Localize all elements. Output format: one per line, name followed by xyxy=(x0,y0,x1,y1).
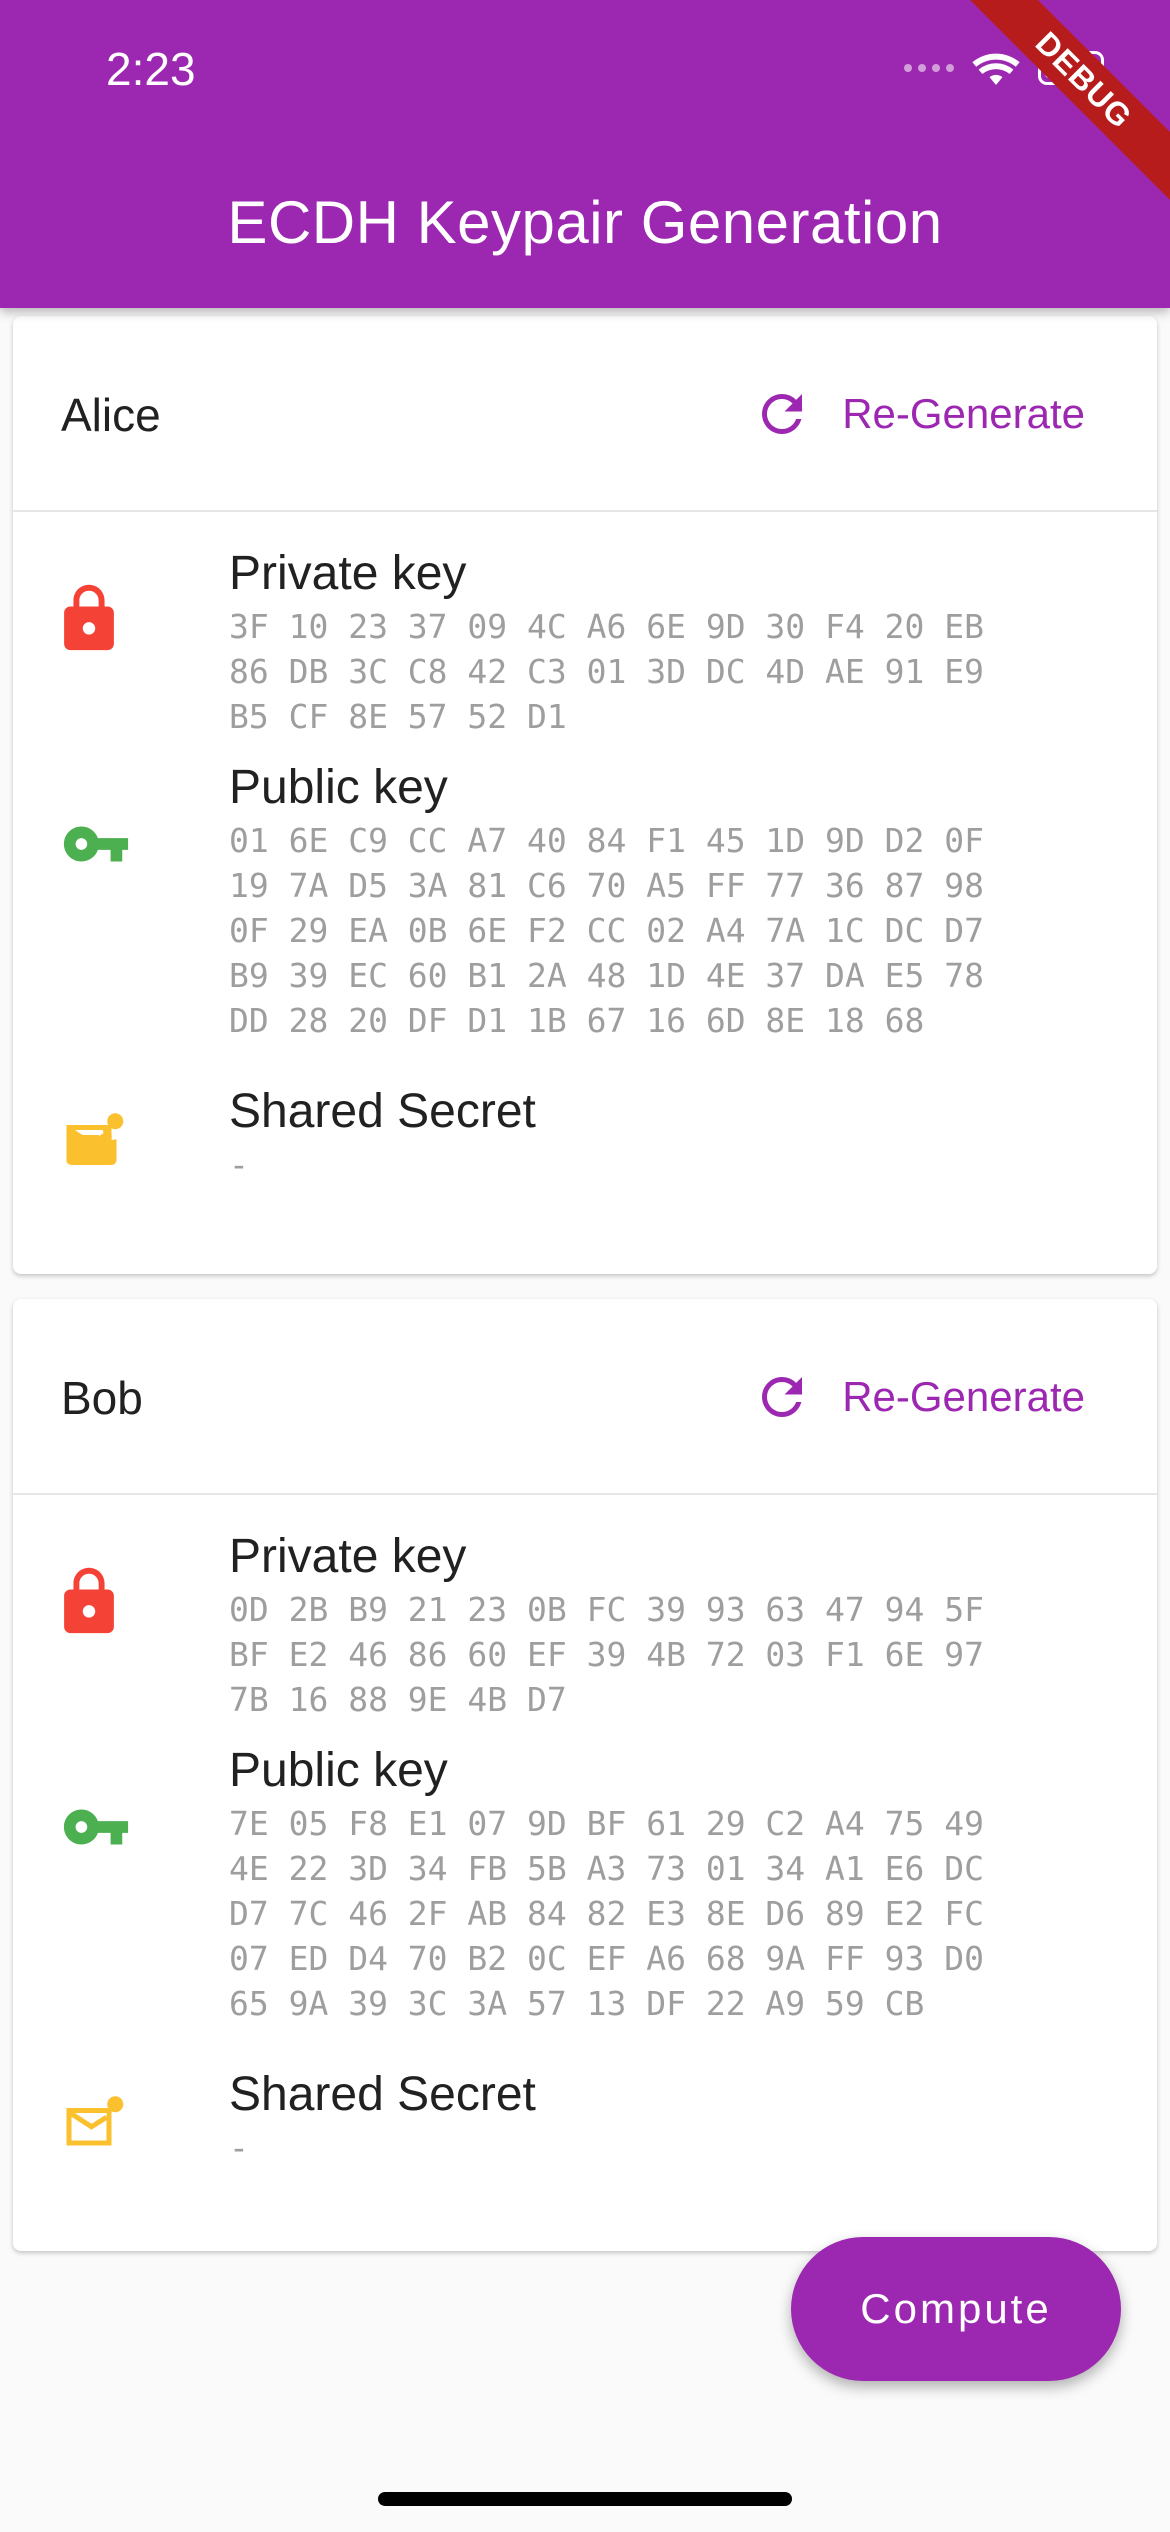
compute-button-label: Compute xyxy=(860,2285,1052,2332)
alice-private-key-label: Private key xyxy=(229,547,467,600)
compute-button[interactable]: Compute xyxy=(791,2237,1121,2381)
bob-shared-secret-label: Shared Secret xyxy=(229,2068,536,2121)
bob-card-header: Bob Re-Generate xyxy=(13,1299,1157,1495)
alice-private-key-value: 3F 10 23 37 09 4C A6 6E 9D 30 F4 20 EB 8… xyxy=(229,607,984,736)
alice-regenerate-label: Re-Generate xyxy=(842,390,1085,437)
mail-notification-icon xyxy=(66,2096,124,2146)
lock-icon xyxy=(64,1567,114,1634)
debug-banner: DEBUG xyxy=(970,0,1170,200)
lock-icon xyxy=(64,584,114,651)
alice-card-header: Alice Re-Generate xyxy=(13,316,1157,512)
refresh-icon xyxy=(762,394,803,434)
alice-shared-secret-value: - xyxy=(229,1145,249,1184)
bob-regenerate-label: Re-Generate xyxy=(842,1373,1085,1420)
alice-regenerate-button[interactable]: Re-Generate xyxy=(752,374,1085,454)
alice-name: Alice xyxy=(61,389,161,441)
cellular-signal-icon xyxy=(904,64,954,72)
status-time: 2:23 xyxy=(106,43,196,95)
alice-public-key-label: Public key xyxy=(229,761,448,814)
alice-card: Alice Re-Generate Private key 3F 10 23 3… xyxy=(13,316,1157,1274)
refresh-icon xyxy=(762,1377,803,1417)
bob-card: Bob Re-Generate Private key 0D 2B B9 21 … xyxy=(13,1299,1157,2251)
bob-public-key-label: Public key xyxy=(229,1744,448,1797)
key-icon xyxy=(63,826,129,862)
alice-shared-secret-label: Shared Secret xyxy=(229,1085,536,1138)
bob-shared-secret-value: - xyxy=(229,2128,249,2167)
alice-public-key-value: 01 6E C9 CC A7 40 84 F1 45 1D 9D D2 0F 1… xyxy=(229,821,984,1040)
mail-notification-icon xyxy=(66,1113,124,1165)
key-icon xyxy=(63,1809,129,1845)
bob-private-key-value: 0D 2B B9 21 23 0B FC 39 93 63 47 94 5F B… xyxy=(229,1590,984,1719)
debug-banner-label: DEBUG xyxy=(970,0,1170,200)
home-indicator[interactable] xyxy=(378,2492,792,2506)
bob-private-key-label: Private key xyxy=(229,1530,467,1583)
bob-name: Bob xyxy=(61,1372,143,1424)
bob-regenerate-button[interactable]: Re-Generate xyxy=(752,1357,1085,1437)
bob-public-key-value: 7E 05 F8 E1 07 9D BF 61 29 C2 A4 75 49 4… xyxy=(229,1804,984,2023)
